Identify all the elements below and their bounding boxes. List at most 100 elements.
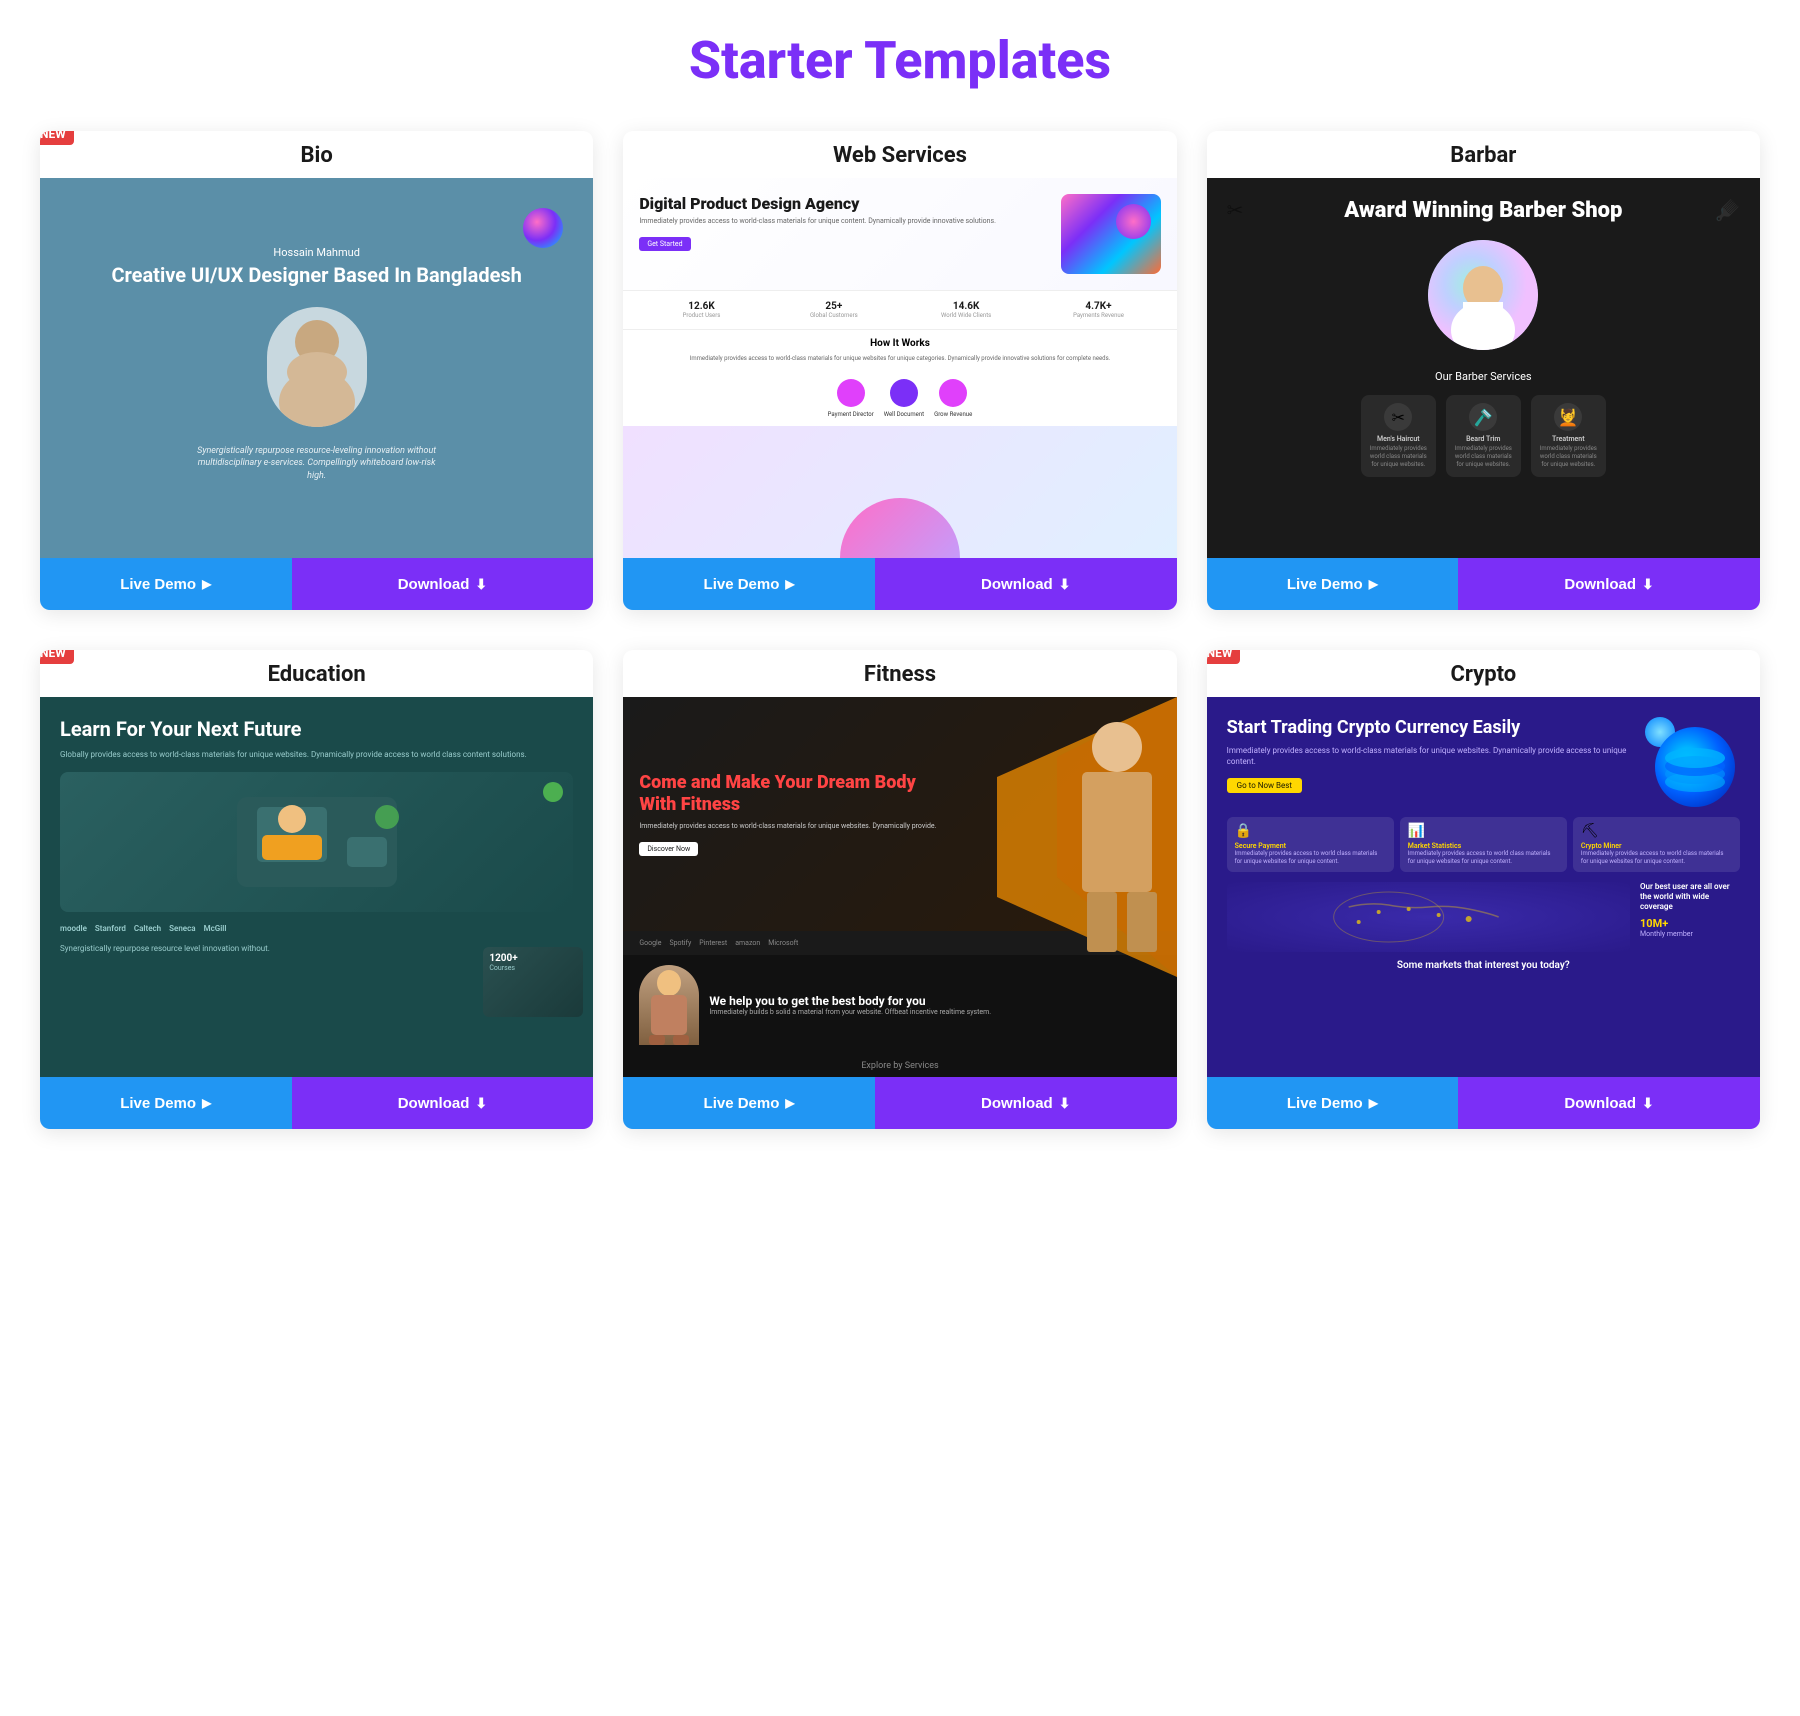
live-demo-label-fitness: Live Demo (704, 1095, 780, 1112)
live-demo-label-barbar: Live Demo (1287, 576, 1363, 593)
crypto-card3-desc: Immediately provides access to world cla… (1581, 850, 1732, 866)
ws-hero: Digital Product Design Agency Immediatel… (623, 178, 1176, 291)
download-label-fitness: Download (981, 1095, 1053, 1112)
barbar-deco-comb: 🪮 (1715, 198, 1740, 222)
arrow-icon-bio: ▶ (202, 577, 211, 591)
edu-logo4: Seneca (169, 924, 195, 933)
crypto-coin-stack (1655, 727, 1735, 807)
edu-logo1: moodle (60, 924, 87, 933)
fitness-heading-main: Come and Make Your Dream Body (639, 772, 916, 793)
download-label-webservices: Download (981, 576, 1053, 593)
live-demo-label-education: Live Demo (120, 1095, 196, 1112)
fitness-heading-highlight: With Fitness (639, 794, 740, 815)
barbar-avatar (1428, 240, 1538, 350)
crypto-description: Immediately provides access to world-cla… (1227, 745, 1640, 767)
ws-icon1-circle (837, 379, 865, 407)
barbar-service3-desc: Immediately provides world class materia… (1539, 445, 1598, 468)
fitness-hero: Come and Make Your Dream Body With Fitne… (623, 697, 1176, 931)
download-button-webservices[interactable]: Download ⬇ (875, 558, 1177, 610)
ws-hero-btn: Get Started (639, 237, 690, 251)
ws-icon3-circle (939, 379, 967, 407)
card-actions-education: Live Demo ▶ Download ⬇ (40, 1077, 593, 1129)
card-actions-fitness: Live Demo ▶ Download ⬇ (623, 1077, 1176, 1129)
fitness-description: Immediately provides access to world-cla… (639, 822, 936, 830)
edu-logo2: Stanford (95, 924, 126, 933)
crypto-feature-cards: 🔒 Secure Payment Immediately provides ac… (1227, 817, 1740, 872)
page-title: Starter Templates (40, 30, 1760, 91)
ws-how-title: How It Works (639, 338, 1160, 349)
crypto-card2: 📊 Market Statistics Immediately provides… (1400, 817, 1567, 872)
card-actions-crypto: Live Demo ▶ Download ⬇ (1207, 1077, 1760, 1129)
card-preview-crypto: Start Trading Crypto Currency Easily Imm… (1207, 697, 1760, 1077)
arrow-icon-crypto: ▶ (1369, 1096, 1378, 1110)
ws-icon2-label: Well Document (884, 411, 924, 418)
fitness-bottom-desc: Immediately builds b solid a material fr… (709, 1008, 991, 1016)
download-button-education[interactable]: Download ⬇ (292, 1077, 594, 1129)
fitness-brand4: amazon (735, 939, 760, 947)
card-crypto: New Crypto Start Trading Crypto Currency… (1207, 650, 1760, 1129)
card-title-row-webservices: Web Services (623, 131, 1176, 178)
ws-icons: Payment Director Well Document Grow Reve… (623, 371, 1176, 426)
live-demo-button-crypto[interactable]: Live Demo ▶ (1207, 1077, 1459, 1129)
download-button-barbar[interactable]: Download ⬇ (1458, 558, 1760, 610)
crypto-card3-icon: ⛏ (1581, 823, 1732, 839)
crypto-card1: 🔒 Secure Payment Immediately provides ac… (1227, 817, 1394, 872)
live-demo-button-bio[interactable]: Live Demo ▶ (40, 558, 292, 610)
crypto-world-text: Our best user are all over the world wit… (1640, 882, 1740, 913)
live-demo-button-fitness[interactable]: Live Demo ▶ (623, 1077, 875, 1129)
ws-stat3-label: World Wide Clients (904, 312, 1028, 319)
new-badge-education: New (40, 650, 74, 664)
crypto-card2-title: Market Statistics (1408, 842, 1559, 850)
fitness-bottom-person (639, 965, 699, 1045)
fitness-heading: Come and Make Your Dream Body With Fitne… (639, 772, 936, 815)
download-label-bio: Download (398, 576, 470, 593)
barbar-service3-name: Treatment (1539, 435, 1598, 443)
ws-stat1-label: Product Users (639, 312, 763, 319)
crypto-card2-icon: 📊 (1408, 823, 1559, 839)
card-barbar: Barbar ✂ 🪮 Award Winning Barber Shop (1207, 131, 1760, 610)
live-demo-label-crypto: Live Demo (1287, 1095, 1363, 1112)
card-title-education: Education (268, 662, 366, 687)
crypto-users-count: 10M+ (1640, 917, 1740, 930)
ws-stat2-label: Global Customers (772, 312, 896, 319)
live-demo-button-barbar[interactable]: Live Demo ▶ (1207, 558, 1459, 610)
barbar-deco-scissors: ✂ (1227, 198, 1244, 222)
download-button-crypto[interactable]: Download ⬇ (1458, 1077, 1760, 1129)
live-demo-label-bio: Live Demo (120, 576, 196, 593)
crypto-cta-btn: Go to Now Best (1227, 778, 1302, 793)
barbar-service3-icon: 💆 (1554, 403, 1582, 431)
card-bio: New Bio Hossain Mahmud Creative UI/UX De… (40, 131, 593, 610)
ws-bottom-image (623, 426, 1176, 558)
card-webservices: Web Services Digital Product Design Agen… (623, 131, 1176, 610)
ws-icon3-label: Grow Revenue (934, 411, 972, 418)
live-demo-button-education[interactable]: Live Demo ▶ (40, 1077, 292, 1129)
ws-icon2-circle (890, 379, 918, 407)
card-title-crypto: Crypto (1450, 662, 1516, 687)
ws-hero-desc: Immediately provides access to world-cla… (639, 217, 1050, 227)
arrow-icon-barbar: ▶ (1369, 577, 1378, 591)
fitness-brand2: Spotify (669, 939, 691, 947)
edu-heading: Learn For Your Next Future (60, 717, 573, 741)
download-button-fitness[interactable]: Download ⬇ (875, 1077, 1177, 1129)
card-education: New Education Learn For Your Next Future… (40, 650, 593, 1129)
bio-description: Synergistically repurpose resource-level… (197, 445, 437, 483)
barbar-service2-name: Beard Trim (1454, 435, 1513, 443)
arrow-icon-webservices: ▶ (785, 577, 794, 591)
card-title-row-crypto: New Crypto (1207, 650, 1760, 697)
arrow-icon-education: ▶ (202, 1096, 211, 1110)
bio-heading: Creative UI/UX Designer Based In Banglad… (111, 263, 521, 287)
barbar-service1-name: Men's Haircut (1369, 435, 1428, 443)
card-title-row-fitness: Fitness (623, 650, 1176, 697)
card-preview-webservices: Digital Product Design Agency Immediatel… (623, 178, 1176, 558)
barbar-services-title: Our Barber Services (1435, 370, 1532, 383)
card-fitness: Fitness Come and Make Your Dream Body Wi… (623, 650, 1176, 1129)
card-title-fitness: Fitness (864, 662, 936, 687)
card-actions-barbar: Live Demo ▶ Download ⬇ (1207, 558, 1760, 610)
live-demo-button-webservices[interactable]: Live Demo ▶ (623, 558, 875, 610)
crypto-card1-desc: Immediately provides access to world cla… (1235, 850, 1386, 866)
barbar-heading: Award Winning Barber Shop (1344, 198, 1622, 224)
crypto-card2-desc: Immediately provides access to world cla… (1408, 850, 1559, 866)
fitness-explore-label: Explore by Services (623, 1055, 1176, 1077)
download-button-bio[interactable]: Download ⬇ (292, 558, 594, 610)
card-preview-fitness: Come and Make Your Dream Body With Fitne… (623, 697, 1176, 1077)
